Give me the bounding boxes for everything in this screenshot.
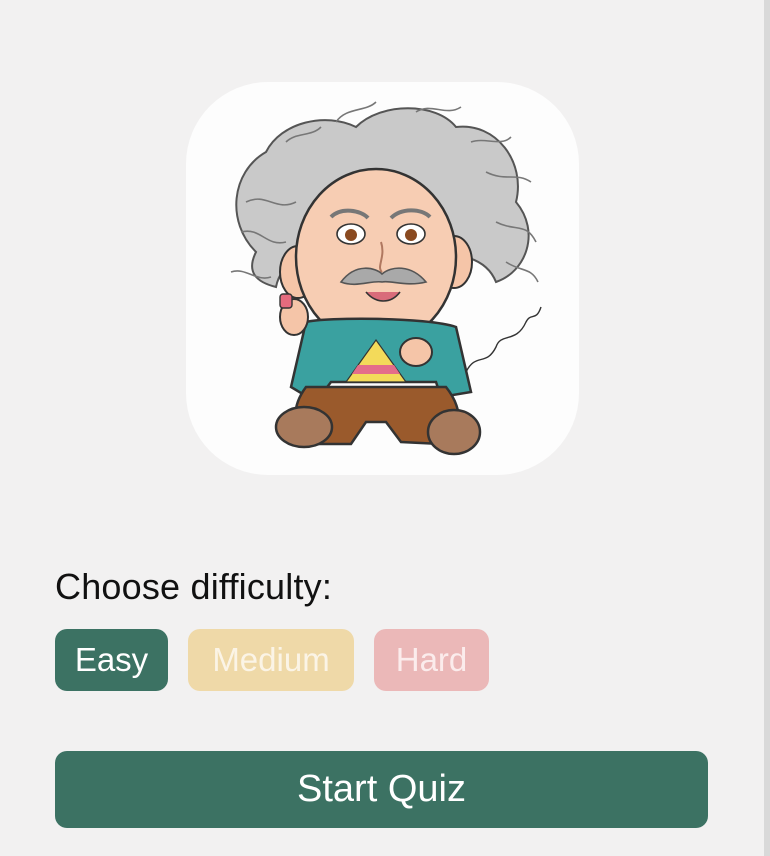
difficulty-heading: Choose difficulty: (55, 566, 333, 607)
scrollbar-edge (764, 0, 770, 856)
mascot-card (186, 82, 579, 475)
difficulty-hard-button[interactable]: Hard (374, 629, 489, 691)
einstein-mascot-icon (230, 101, 542, 456)
difficulty-easy-button[interactable]: Easy (55, 629, 168, 691)
start-quiz-button[interactable]: Start Quiz (55, 751, 708, 828)
difficulty-options: Easy Medium Hard (55, 629, 489, 691)
difficulty-medium-button[interactable]: Medium (188, 629, 354, 691)
